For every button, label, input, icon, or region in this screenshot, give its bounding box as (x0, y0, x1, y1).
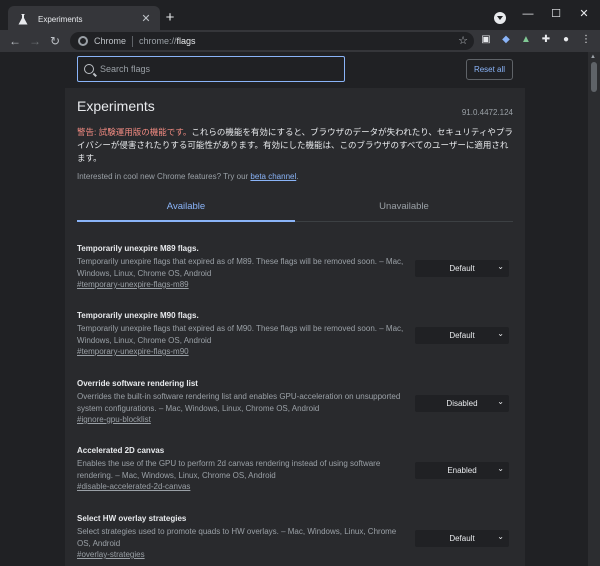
omnibox-path: flags (176, 36, 196, 46)
minimize-button[interactable]: — (514, 4, 542, 24)
chevron-down-icon: ⌄ (497, 329, 504, 338)
experiment-link[interactable]: #overlay-strategies (77, 550, 513, 559)
experiment-link[interactable]: #temporary-unexpire-flags-m89 (77, 280, 513, 289)
experiment-link[interactable]: #temporary-unexpire-flags-m90 (77, 347, 513, 356)
select-value: Enabled (447, 466, 477, 475)
flags-tabs: Available Unavailable (77, 192, 513, 222)
experiment-description: Temporarily unexpire flags that expired … (77, 324, 404, 345)
experiment-item: Accelerated 2D canvas Enables the use of… (77, 446, 513, 491)
experiment-link[interactable]: #ignore-gpu-blocklist (77, 415, 513, 424)
flask-icon (16, 12, 30, 26)
experiment-description: Temporarily unexpire flags that expired … (77, 257, 404, 278)
page-title: Experiments (77, 98, 155, 114)
experiment-item: Select HW overlay strategies Select stra… (77, 514, 513, 559)
experiment-item: Temporarily unexpire M90 flags. Temporar… (77, 311, 513, 356)
forward-button[interactable]: → (26, 32, 44, 50)
interest-text: Interested in cool new Chrome features? … (77, 172, 298, 181)
chevron-down-icon (497, 16, 503, 20)
experiment-select[interactable]: Default ⌄ (415, 327, 509, 344)
experiment-name: Temporarily unexpire M90 flags. (77, 311, 199, 320)
chevron-down-icon: ⌄ (497, 532, 504, 541)
maximize-button[interactable]: ☐ (542, 4, 570, 24)
omnibox-separator (132, 35, 134, 47)
bookmark-star-icon[interactable]: ☆ (458, 34, 468, 47)
experiment-item: Override software rendering list Overrid… (77, 379, 513, 424)
experiment-select[interactable]: Default ⌄ (415, 260, 509, 277)
select-value: Default (449, 534, 475, 543)
scrollbar-thumb[interactable] (591, 62, 597, 92)
tab-unavailable[interactable]: Unavailable (295, 192, 513, 221)
extension-icon-2[interactable]: ◆ (498, 31, 514, 49)
page-scrollbar[interactable]: ▲ (588, 52, 600, 566)
flags-page: Reset all Experiments 91.0.4472.124 警告: … (0, 52, 600, 566)
tab-strip: Experiments ✕ + — ☐ ✕ (0, 0, 600, 32)
experiment-select[interactable]: Enabled ⌄ (415, 462, 509, 479)
browser-tab-experiments[interactable]: Experiments ✕ (8, 6, 160, 32)
reload-button[interactable]: ↻ (46, 32, 64, 50)
close-tab-icon[interactable]: ✕ (140, 13, 152, 25)
extensions-puzzle-icon[interactable]: ✚ (538, 31, 554, 49)
chrome-icon (78, 36, 88, 46)
version-label: 91.0.4472.124 (461, 108, 513, 117)
experiment-name: Select HW overlay strategies (77, 514, 187, 523)
search-flags-box[interactable] (77, 56, 345, 82)
select-value: Default (449, 331, 475, 340)
tab-available[interactable]: Available (77, 192, 295, 222)
experiment-select[interactable]: Disabled ⌄ (415, 395, 509, 412)
experiment-description: Overrides the built-in software renderin… (77, 392, 401, 413)
select-value: Disabled (446, 399, 478, 408)
interest-label: Interested in cool new Chrome features? … (77, 172, 251, 181)
scroll-up-arrow-icon[interactable]: ▲ (590, 54, 596, 60)
profile-avatar-icon[interactable]: ● (558, 31, 574, 49)
tab-title: Experiments (38, 14, 83, 24)
experiment-select[interactable]: Default ⌄ (415, 530, 509, 547)
search-icon (84, 64, 94, 74)
beta-channel-link[interactable]: beta channel (250, 172, 296, 181)
menu-kebab-icon[interactable]: ⋮ (578, 31, 594, 49)
chevron-down-icon: ⌄ (497, 262, 504, 271)
experiment-name: Accelerated 2D canvas (77, 446, 165, 455)
extension-icon-1[interactable]: ▣ (478, 31, 494, 49)
close-window-button[interactable]: ✕ (570, 4, 598, 24)
select-value: Default (449, 264, 475, 273)
experiment-name: Override software rendering list (77, 379, 198, 388)
experiment-name: Temporarily unexpire M89 flags. (77, 244, 199, 253)
reset-all-button[interactable]: Reset all (466, 59, 513, 80)
interest-end: . (296, 172, 299, 181)
omnibox-scheme: chrome:// (139, 36, 177, 46)
experiment-link[interactable]: #disable-accelerated-2d-canvas (77, 482, 513, 491)
chevron-down-icon: ⌄ (497, 397, 504, 406)
warning-prefix: 警告: 試験運用版の機能です。 (77, 127, 192, 137)
back-button[interactable]: ← (6, 32, 24, 50)
experiment-description: Enables the use of the GPU to perform 2d… (77, 459, 381, 480)
chevron-down-icon: ⌄ (497, 464, 504, 473)
experiment-item: Temporarily unexpire M89 flags. Temporar… (77, 244, 513, 289)
warning-text: 警告: 試験運用版の機能です。これらの機能を有効にすると、ブラウザのデータが失わ… (77, 126, 513, 165)
address-bar[interactable]: Chrome chrome:// flags ☆ (70, 32, 474, 50)
extension-icon-3[interactable]: ▲ (518, 31, 534, 49)
omnibox-chrome-label: Chrome (94, 36, 127, 46)
flags-header: Reset all (0, 52, 588, 88)
experiment-description: Select strategies used to promote quads … (77, 527, 397, 548)
flags-content: Experiments 91.0.4472.124 警告: 試験運用版の機能です… (65, 88, 525, 566)
tab-search-button[interactable] (494, 12, 506, 24)
new-tab-button[interactable]: + (162, 10, 178, 26)
search-input[interactable] (100, 64, 320, 74)
